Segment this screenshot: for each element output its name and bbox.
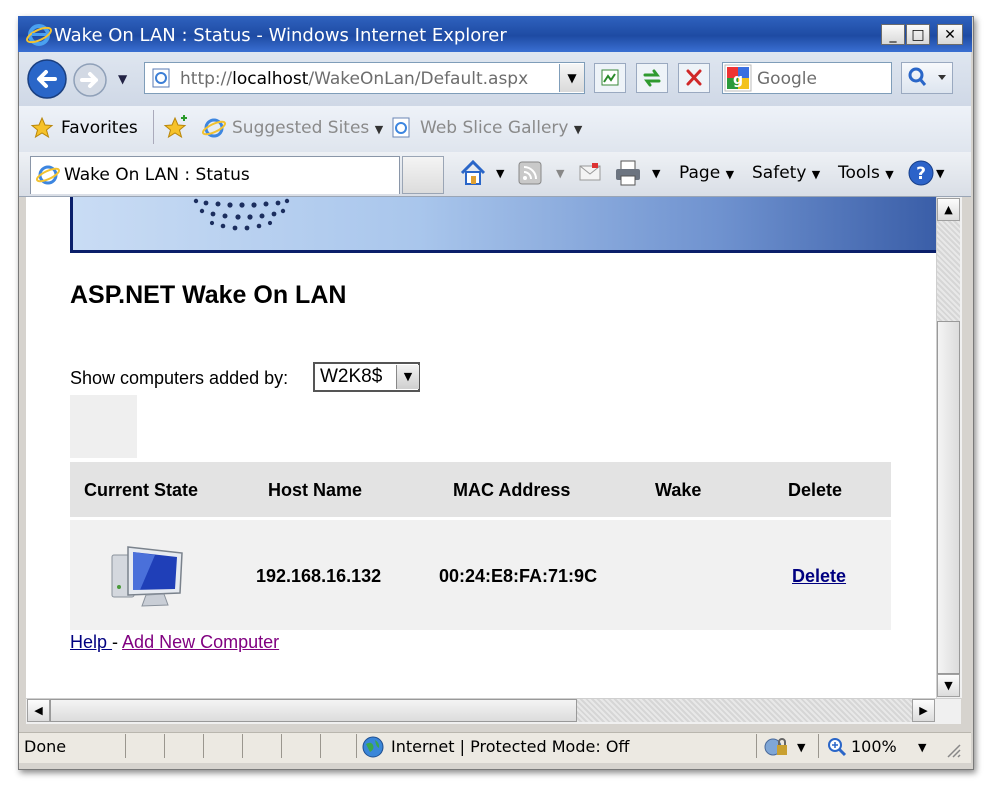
stop-button[interactable] [678, 63, 710, 93]
status-separator [242, 734, 243, 758]
status-separator [320, 734, 321, 758]
print-icon[interactable] [613, 158, 643, 188]
help-dropdown-icon[interactable]: ▼ [936, 167, 944, 180]
print-dropdown-icon[interactable]: ▼ [652, 167, 660, 180]
footer-links: Help - Add New Computer [70, 632, 279, 653]
favorites-divider [153, 110, 154, 144]
add-favorites-icon[interactable] [163, 115, 191, 141]
status-separator [818, 734, 819, 758]
home-icon[interactable] [458, 158, 488, 188]
status-done: Done [24, 737, 67, 756]
internet-globe-icon [362, 736, 384, 758]
favorites-star-icon [30, 116, 54, 139]
help-link[interactable]: Help [70, 632, 112, 652]
scroll-right-button[interactable]: ▶ [912, 699, 935, 722]
horizontal-scroll-track[interactable] [577, 699, 912, 722]
page-title: ASP.NET Wake On LAN [70, 281, 347, 309]
compatibility-icon [601, 69, 619, 86]
feeds-dropdown-icon[interactable]: ▼ [556, 167, 564, 180]
minimize-button[interactable]: _ [881, 24, 905, 45]
status-separator [125, 734, 126, 758]
page-icon [152, 68, 170, 88]
read-mail-icon[interactable] [578, 161, 602, 185]
suggested-sites-icon [202, 118, 226, 138]
favorites-button[interactable]: Favorites [61, 118, 138, 138]
compatibility-view-button[interactable] [594, 63, 626, 93]
home-dropdown-icon[interactable]: ▼ [496, 167, 504, 180]
forward-button[interactable] [71, 61, 109, 99]
added-by-value: W2K8$ [320, 366, 383, 387]
scroll-up-button[interactable]: ▲ [937, 198, 960, 221]
added-by-select[interactable]: W2K8$ ▼ [313, 362, 420, 392]
tab-ie-icon [36, 165, 60, 185]
safety-menu[interactable]: Safety ▼ [752, 163, 820, 183]
globe-dots-icon [193, 198, 290, 231]
feeds-icon[interactable] [517, 160, 543, 186]
scroll-left-button[interactable]: ◀ [27, 699, 50, 722]
vertical-scroll-thumb[interactable] [937, 321, 960, 674]
suggested-sites-button[interactable]: Suggested Sites ▼ [232, 118, 383, 138]
zoom-dropdown-icon[interactable]: ▼ [918, 741, 926, 754]
zoom-icon[interactable] [826, 736, 848, 758]
google-icon: g [724, 64, 752, 92]
scroll-corner [936, 699, 961, 722]
svg-text:?: ? [916, 164, 926, 184]
scroll-down-button[interactable]: ▼ [937, 674, 960, 697]
host-name-cell: 192.168.16.132 [256, 566, 382, 586]
address-dropdown-icon[interactable]: ▼ [559, 64, 584, 92]
add-new-computer-link[interactable]: Add New Computer [122, 632, 279, 652]
page-content: ASP.NET Wake On LAN Show computers added… [26, 197, 936, 698]
protected-mode-dropdown-icon[interactable]: ▼ [797, 741, 805, 754]
search-button[interactable] [901, 62, 953, 94]
help-icon[interactable]: ? [907, 159, 935, 187]
magnifier-icon [908, 67, 946, 86]
header-host-name: Host Name [268, 480, 363, 500]
status-separator [203, 734, 204, 758]
tools-menu[interactable]: Tools ▼ [838, 163, 894, 183]
blank-panel [70, 395, 137, 458]
status-separator [164, 734, 165, 758]
ie-logo-icon [26, 24, 52, 46]
refresh-button[interactable] [636, 63, 668, 93]
web-slice-gallery-button[interactable]: Web Slice Gallery ▼ [420, 118, 582, 138]
zoom-level[interactable]: 100% [851, 737, 897, 756]
new-tab-button[interactable] [402, 156, 444, 194]
header-wake: Wake [655, 480, 702, 500]
header-current-state: Current State [84, 480, 199, 500]
page-menu[interactable]: Page ▼ [679, 163, 734, 183]
scroll-track[interactable] [937, 221, 960, 321]
filter-label: Show computers added by: [70, 368, 289, 388]
web-slice-icon [392, 117, 410, 138]
window-title: Wake On LAN : Status - Windows Internet … [54, 25, 507, 46]
search-placeholder[interactable]: Google [757, 69, 817, 89]
protected-mode-icon[interactable] [764, 735, 790, 759]
status-separator [281, 734, 282, 758]
horizontal-scroll-thumb[interactable] [50, 699, 577, 722]
tab-title[interactable]: Wake On LAN : Status [64, 165, 250, 185]
computer-state-icon [111, 546, 183, 607]
status-separator [756, 734, 757, 758]
resize-grip-icon[interactable] [944, 741, 962, 759]
svg-text:g: g [733, 72, 743, 88]
maximize-button[interactable]: □ [906, 24, 930, 45]
security-zone-text[interactable]: Internet | Protected Mode: Off [391, 737, 629, 756]
link-separator: - [112, 632, 123, 652]
refresh-icon [643, 69, 661, 87]
mac-address-cell: 00:24:E8:FA:71:9C [439, 566, 598, 586]
header-delete: Delete [788, 480, 843, 500]
stop-icon [686, 69, 702, 86]
back-button[interactable] [26, 58, 68, 100]
history-dropdown-icon[interactable]: ▼ [118, 72, 127, 86]
select-arrow-icon[interactable]: ▼ [396, 365, 419, 389]
status-separator [356, 734, 357, 758]
close-window-button[interactable]: ✕ [937, 24, 963, 45]
address-url[interactable]: http://localhost/WakeOnLan/Default.aspx [180, 69, 528, 89]
delete-link[interactable]: Delete [792, 566, 846, 587]
header-mac-address: MAC Address [453, 480, 571, 500]
